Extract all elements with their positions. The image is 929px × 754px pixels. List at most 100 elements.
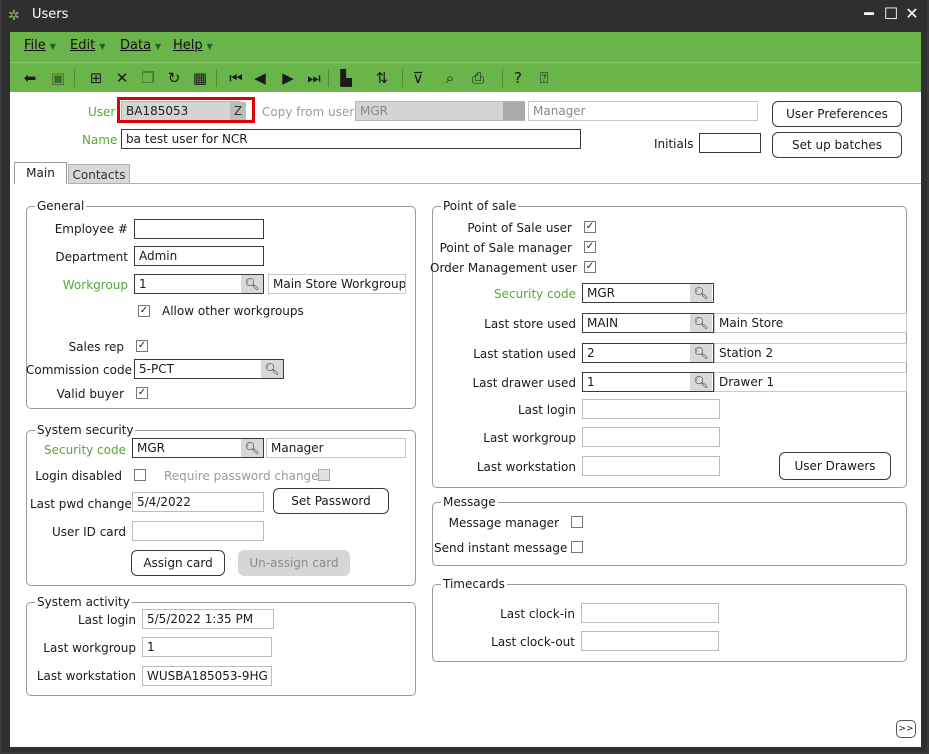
message-manager-checkbox[interactable]	[571, 516, 583, 528]
system-activity-title: System activity	[35, 595, 132, 609]
last-login-label: Last login	[77, 613, 136, 627]
employee-field[interactable]	[134, 219, 264, 239]
filter-icon[interactable]: ⊽	[408, 68, 428, 88]
message-title: Message	[441, 495, 498, 509]
user-drawers-button[interactable]: User Drawers	[779, 452, 891, 480]
first-record-icon[interactable]: ⏮	[226, 68, 246, 88]
last-station-search-icon[interactable]: 🔍︎	[690, 344, 712, 362]
pos-user-checkbox[interactable]: ✓	[584, 221, 596, 233]
close-icon[interactable]: ✕	[901, 4, 923, 23]
last-workstation-field: WUSBA185053-9HG	[142, 666, 272, 686]
tab-main[interactable]: Main	[14, 162, 67, 184]
search-icon[interactable]: ⌕	[440, 68, 460, 88]
copy-from-desc: Manager	[528, 101, 758, 121]
save-icon[interactable]: ▣	[48, 68, 68, 88]
pos-last-workstation-field	[582, 456, 720, 476]
menu-help[interactable]: Help ▼	[173, 38, 213, 53]
refresh-icon[interactable]: ↻	[164, 68, 184, 88]
last-workstation-label: Last workstation	[36, 669, 136, 683]
last-drawer-label: Last drawer used	[472, 376, 576, 390]
login-disabled-label: Login disabled	[35, 469, 122, 483]
name-label: Name	[82, 133, 118, 147]
chevron-down-icon: ▼	[206, 42, 213, 51]
last-store-desc: Main Store	[714, 313, 907, 333]
last-drawer-search-icon[interactable]: 🔍︎	[690, 373, 712, 391]
menu-bar: File ▼ Edit ▼ Data ▼ Help ▼	[10, 32, 921, 60]
last-clock-out-field	[581, 631, 719, 651]
copy-from-search-icon[interactable]	[503, 102, 525, 120]
set-up-batches-button[interactable]: Set up batches	[772, 132, 902, 158]
last-login-field: 5/5/2022 1:35 PM	[142, 609, 274, 629]
allow-other-workgroups-label: Allow other workgroups	[162, 304, 304, 318]
toolbar-separator	[216, 69, 217, 87]
last-store-search-icon[interactable]: 🔍︎	[690, 314, 712, 332]
back-arrow-icon[interactable]: ⬅	[20, 68, 40, 88]
tab-contacts[interactable]: Contacts	[68, 164, 130, 184]
valid-buyer-label: Valid buyer	[56, 387, 124, 401]
help-icon[interactable]: ?	[508, 68, 528, 88]
valid-buyer-checkbox[interactable]: ✓	[136, 387, 148, 399]
maximize-icon[interactable]: ☐	[880, 4, 902, 23]
workgroup-label: Workgroup	[62, 278, 128, 292]
last-station-label: Last station used	[473, 347, 576, 361]
sales-rep-checkbox[interactable]: ✓	[136, 340, 148, 352]
assign-card-button[interactable]: Assign card	[131, 550, 225, 576]
toolbar-separator	[328, 69, 329, 87]
toolbar: ⬅ ▣ ⊞ ✕ ❐ ↻ ▦ ⏮ ◀ ▶ ⏭ ▙ ⇅ ⊽ ⌕ ⎙ ? ⍰	[10, 62, 921, 93]
user-preferences-button[interactable]: User Preferences	[772, 101, 902, 127]
department-label: Department	[55, 250, 128, 264]
security-code-label: Security code	[43, 443, 126, 457]
timecards-title: Timecards	[441, 577, 507, 591]
pos-last-workstation-label: Last workstation	[476, 460, 576, 474]
workgroup-search-icon[interactable]: 🔍︎	[241, 275, 263, 293]
point-of-sale-title: Point of sale	[441, 199, 519, 213]
general-title: General	[35, 199, 87, 213]
title-bar: ✲ Users ━ ☐ ✕	[2, 0, 927, 32]
menu-data[interactable]: Data ▼	[120, 38, 161, 53]
grid-view-icon[interactable]: ▦	[190, 68, 210, 88]
send-instant-message-checkbox[interactable]	[571, 541, 583, 553]
menu-file[interactable]: File ▼	[24, 38, 56, 53]
commission-search-icon[interactable]: 🔍︎	[261, 360, 283, 378]
employee-label: Employee #	[54, 222, 128, 236]
order-management-checkbox[interactable]: ✓	[584, 261, 596, 273]
chevron-down-icon: ▼	[49, 42, 56, 51]
toolbar-separator	[74, 69, 75, 87]
menu-edit[interactable]: Edit ▼	[70, 38, 105, 53]
users-window: ✲ Users ━ ☐ ✕ File ▼ Edit ▼ Data ▼ Help ▼ ⬅ …	[2, 0, 927, 752]
login-disabled-checkbox[interactable]	[134, 469, 146, 481]
more-button[interactable]: >>	[896, 720, 916, 738]
initials-label: Initials	[654, 137, 694, 151]
add-record-icon[interactable]: ⊞	[86, 68, 106, 88]
previous-record-icon[interactable]: ◀	[250, 68, 270, 88]
message-group: Message	[432, 495, 907, 566]
copy-from-user-field[interactable]: MGR	[355, 101, 525, 121]
department-field[interactable]: Admin	[134, 246, 264, 266]
chevron-down-icon: ▼	[155, 42, 162, 51]
app-logo-icon: ✲	[8, 8, 20, 24]
sort-icon[interactable]: ⇅	[372, 68, 392, 88]
window-title: Users	[32, 7, 69, 22]
context-help-icon[interactable]: ⍰	[534, 68, 554, 88]
set-password-button[interactable]: Set Password	[273, 488, 389, 514]
unassign-card-button[interactable]: Un-assign card	[238, 550, 350, 576]
security-code-desc: Manager	[266, 438, 406, 458]
minimize-icon[interactable]: ━	[858, 4, 880, 23]
system-security-title: System security	[35, 423, 136, 437]
delete-icon[interactable]: ✕	[112, 68, 132, 88]
name-field[interactable]: ba test user for NCR	[121, 129, 581, 149]
initials-field[interactable]	[699, 133, 761, 153]
pos-security-search-icon[interactable]: 🔍︎	[690, 284, 712, 302]
bookmark-icon[interactable]: ▙	[336, 68, 356, 88]
security-code-search-icon[interactable]: 🔍︎	[241, 439, 263, 457]
pos-manager-checkbox[interactable]: ✓	[584, 241, 596, 253]
last-record-icon[interactable]: ⏭	[304, 68, 324, 88]
require-password-change-label: Require password change	[164, 469, 319, 483]
chevron-down-icon: ▼	[99, 42, 106, 51]
next-record-icon[interactable]: ▶	[278, 68, 298, 88]
print-icon[interactable]: ⎙	[468, 68, 488, 88]
allow-other-workgroups-checkbox[interactable]: ✓	[138, 305, 150, 317]
copy-icon[interactable]: ❐	[138, 68, 158, 88]
last-pwd-change-field: 5/4/2022	[132, 492, 264, 512]
require-password-change-checkbox[interactable]	[318, 469, 330, 481]
